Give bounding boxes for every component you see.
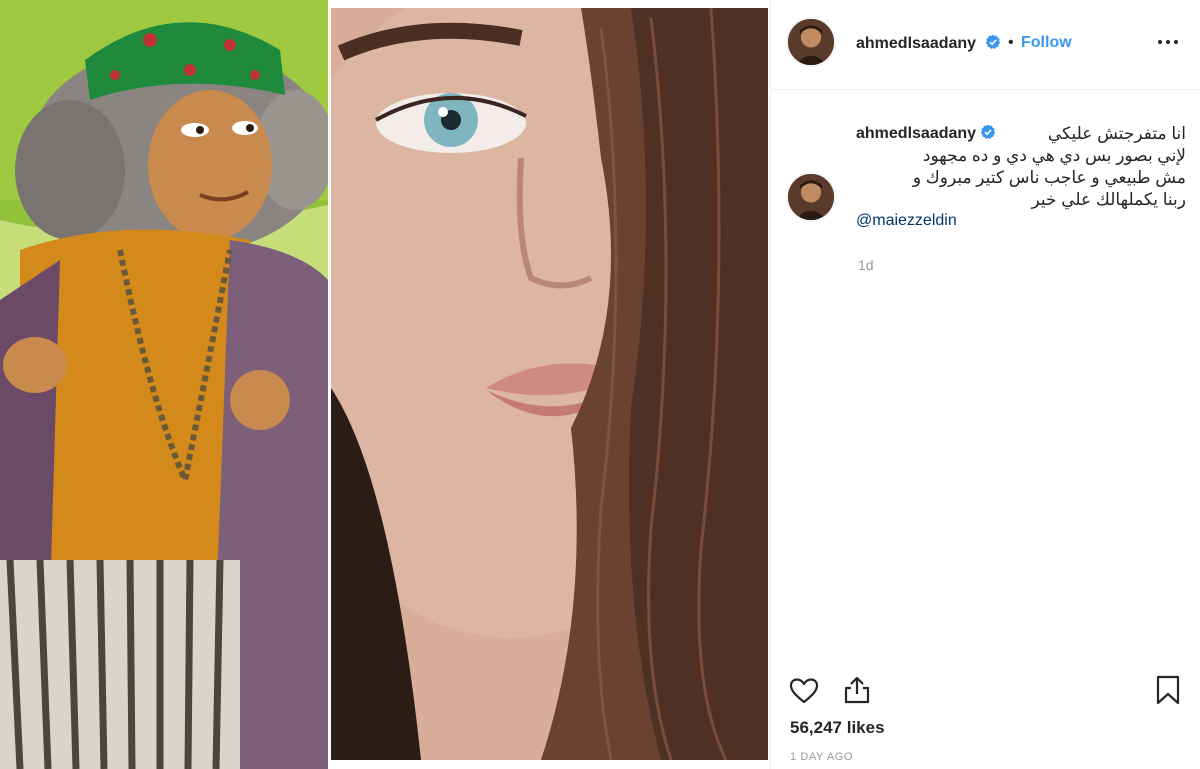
caption-username-wrap: ahmedlsaadany	[856, 124, 996, 143]
share-icon[interactable]	[841, 674, 873, 706]
caption-author-avatar[interactable]	[786, 172, 836, 222]
post-header: ahmedlsaadany • Follow	[770, 0, 1200, 90]
panel-divider	[770, 0, 771, 769]
follow-button[interactable]: Follow	[1021, 34, 1072, 52]
likes-count[interactable]: 56,247 likes	[790, 718, 885, 738]
author-avatar[interactable]	[786, 17, 836, 67]
caption-username[interactable]: ahmedlsaadany	[856, 125, 976, 142]
caption-verified-badge-icon	[980, 124, 996, 139]
caption-block: ahmedlsaadany انا متفرجتش عليكي لإني بصو…	[856, 123, 1186, 230]
post-date[interactable]: 1 DAY AGO	[790, 751, 853, 763]
caption-mention-link[interactable]: @maiezzeldin	[856, 212, 1186, 230]
caption-relative-time[interactable]: 1d	[858, 257, 874, 273]
post-actions-bar	[770, 670, 1200, 710]
header-separator: •	[1008, 34, 1014, 51]
bookmark-icon[interactable]	[1152, 674, 1184, 706]
author-username[interactable]: ahmedlsaadany	[856, 35, 976, 52]
character-photo	[0, 0, 328, 769]
selfie-photo	[331, 8, 768, 760]
post-media[interactable]	[0, 0, 770, 769]
more-options-icon[interactable]	[1156, 30, 1180, 54]
post-details-panel: ahmedlsaadany • Follow ahmedlsaadany انا…	[770, 0, 1200, 769]
verified-badge-icon	[985, 34, 1000, 49]
heart-icon[interactable]	[788, 675, 820, 707]
